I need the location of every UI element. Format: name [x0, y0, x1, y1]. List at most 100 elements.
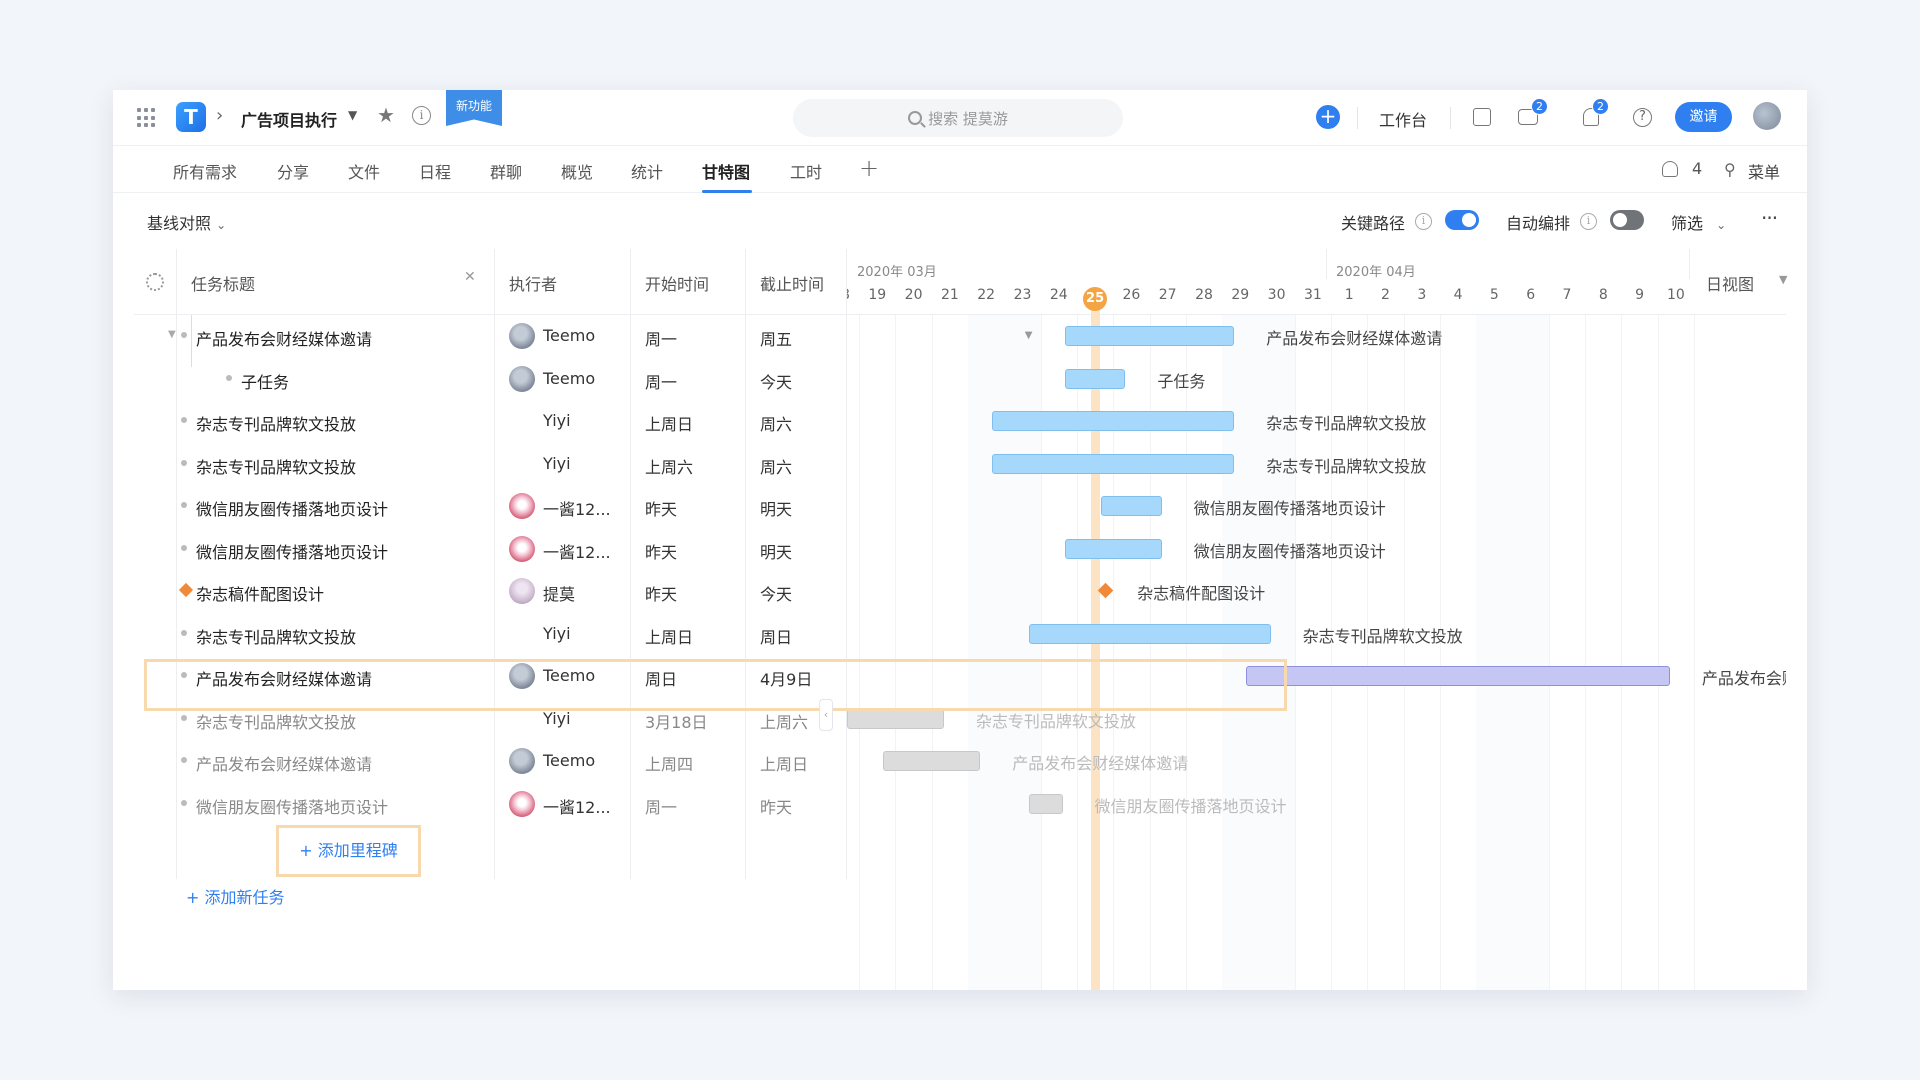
- search-input[interactable]: 搜索 提莫游: [793, 99, 1123, 137]
- task-title[interactable]: 产品发布会财经媒体邀请: [196, 326, 372, 350]
- gantt-bar[interactable]: [847, 708, 944, 729]
- gantt-table: 任务标题 ✕ 执行者 开始时间 截止时间 ▼ 产品发布会财经媒体邀请 Teemo 周一…: [134, 249, 1787, 990]
- workbench-link[interactable]: 工作台: [1379, 107, 1427, 131]
- day-tick-label: 26: [1122, 287, 1141, 303]
- chevron-down-icon[interactable]: ▼: [1779, 273, 1787, 286]
- project-title[interactable]: 广告项目执行: [241, 107, 337, 131]
- tab-all-requirements[interactable]: 所有需求: [173, 159, 237, 183]
- task-title[interactable]: 微信朋友圈传播落地页设计: [196, 496, 388, 520]
- task-start: 昨天: [645, 500, 678, 519]
- task-title[interactable]: 微信朋友圈传播落地页设计: [196, 794, 388, 818]
- tab-gantt[interactable]: 甘特图: [702, 159, 750, 183]
- chevron-down-icon[interactable]: ▼: [348, 108, 357, 122]
- avatar[interactable]: [509, 535, 535, 562]
- gantt-bar[interactable]: [992, 411, 1235, 431]
- task-end: 今天: [760, 372, 793, 392]
- gantt-bar[interactable]: [1064, 538, 1162, 559]
- avatar[interactable]: [509, 493, 535, 519]
- task-title[interactable]: 杂志专刊品牌软文投放: [196, 454, 356, 478]
- gantt-bar[interactable]: [1101, 496, 1162, 516]
- gantt-bar[interactable]: [883, 751, 981, 771]
- filter-label: 筛选: [1671, 214, 1704, 233]
- add-milestone-button[interactable]: + 添加里程碑: [276, 825, 421, 877]
- avatar[interactable]: [509, 578, 535, 604]
- menu-icon[interactable]: ⚲: [1724, 160, 1736, 179]
- milestone-marker[interactable]: [1097, 582, 1114, 599]
- summary-collapse-icon[interactable]: ▼: [1025, 330, 1033, 341]
- expand-icon[interactable]: ▼: [168, 329, 176, 340]
- baseline-compare-dropdown[interactable]: 基线对照 ⌄: [147, 210, 226, 234]
- info-icon[interactable]: i: [1580, 213, 1597, 230]
- task-bullet: [181, 629, 187, 636]
- gantt-bar[interactable]: [1064, 326, 1235, 346]
- avatar[interactable]: [509, 365, 535, 392]
- day-tick-label: 22: [977, 287, 996, 303]
- task-assignee: Teemo: [543, 326, 596, 345]
- avatar[interactable]: [509, 323, 535, 349]
- column-header-start[interactable]: 开始时间: [645, 271, 709, 295]
- tab-statistics[interactable]: 统计: [631, 159, 663, 183]
- avatar[interactable]: [1753, 102, 1781, 130]
- tab-overview[interactable]: 概览: [561, 159, 593, 183]
- info-icon[interactable]: i: [1415, 213, 1432, 230]
- filter-dropdown[interactable]: 筛选 ⌄: [1671, 210, 1726, 234]
- invite-button[interactable]: 邀请: [1675, 102, 1732, 132]
- grid-line: [931, 315, 933, 990]
- auto-schedule-toggle[interactable]: [1610, 210, 1644, 230]
- gantt-bar[interactable]: [1028, 793, 1063, 814]
- task-title[interactable]: 杂志专刊品牌软文投放: [196, 411, 356, 435]
- month-label: 2020年 03月: [857, 265, 937, 280]
- panel-collapse-handle[interactable]: ‹: [819, 699, 833, 731]
- task-title[interactable]: 杂志稿件配图设计: [196, 581, 324, 605]
- logo-icon[interactable]: T: [176, 102, 206, 132]
- task-title[interactable]: 微信朋友圈传播落地页设计: [196, 539, 388, 563]
- task-end: 上周六: [760, 712, 809, 732]
- task-end: 周六: [760, 457, 793, 477]
- avatar[interactable]: [509, 790, 535, 817]
- add-tab-button[interactable]: +: [859, 154, 879, 182]
- avatar[interactable]: [509, 748, 535, 774]
- add-task-button[interactable]: + 添加新任务: [186, 884, 285, 908]
- member-count[interactable]: 4: [1692, 159, 1702, 178]
- task-title[interactable]: 杂志专刊品牌软文投放: [196, 624, 356, 648]
- task-bullet: [181, 332, 187, 338]
- task-title[interactable]: 产品发布会财经媒体邀请: [196, 751, 372, 775]
- star-icon[interactable]: ★: [377, 103, 395, 127]
- gantt-bar[interactable]: [992, 453, 1235, 474]
- apps-grid-icon[interactable]: [137, 108, 157, 128]
- day-tick-label: 28: [1195, 287, 1213, 303]
- task-title[interactable]: 杂志专刊品牌软文投放: [196, 709, 356, 733]
- task-bullet: [181, 544, 187, 551]
- help-icon[interactable]: ?: [1633, 108, 1652, 127]
- calendar-icon[interactable]: [1473, 108, 1491, 126]
- tab-group-chat[interactable]: 群聊: [490, 159, 522, 183]
- tab-work-hours[interactable]: 工时: [790, 159, 822, 183]
- task-assignee: 提莫: [543, 585, 576, 604]
- members-icon[interactable]: [1662, 161, 1678, 177]
- gantt-bar-label: 微信朋友圈传播落地页设计: [1094, 796, 1287, 816]
- critical-path-label: 关键路径: [1341, 214, 1406, 233]
- task-assignee: 一酱12...: [543, 542, 611, 562]
- tab-files[interactable]: 文件: [348, 159, 380, 183]
- new-feature-badge[interactable]: 新功能: [446, 90, 502, 126]
- column-header-title[interactable]: 任务标题: [191, 271, 255, 295]
- task-title[interactable]: 子任务: [241, 369, 289, 393]
- gantt-bar[interactable]: [1028, 623, 1271, 644]
- info-icon[interactable]: i: [412, 106, 431, 125]
- tab-share[interactable]: 分享: [277, 159, 309, 183]
- gantt-bar[interactable]: [1246, 666, 1670, 686]
- gear-icon[interactable]: [146, 273, 164, 291]
- milestone-highlight-box: [144, 659, 1287, 711]
- add-icon[interactable]: +: [1316, 105, 1340, 129]
- gantt-bar[interactable]: [1064, 368, 1126, 389]
- more-icon[interactable]: ···: [1761, 206, 1778, 230]
- grid-line: [859, 315, 861, 990]
- menu-button[interactable]: 菜单: [1748, 159, 1780, 183]
- column-header-end[interactable]: 截止时间: [760, 271, 824, 295]
- day-view-dropdown[interactable]: 日视图: [1706, 271, 1754, 295]
- collapse-icon[interactable]: ✕: [464, 269, 476, 285]
- grid-line: [1657, 315, 1659, 990]
- column-header-assignee[interactable]: 执行者: [509, 271, 557, 295]
- critical-path-toggle[interactable]: [1445, 210, 1479, 230]
- tab-schedule[interactable]: 日程: [419, 159, 451, 183]
